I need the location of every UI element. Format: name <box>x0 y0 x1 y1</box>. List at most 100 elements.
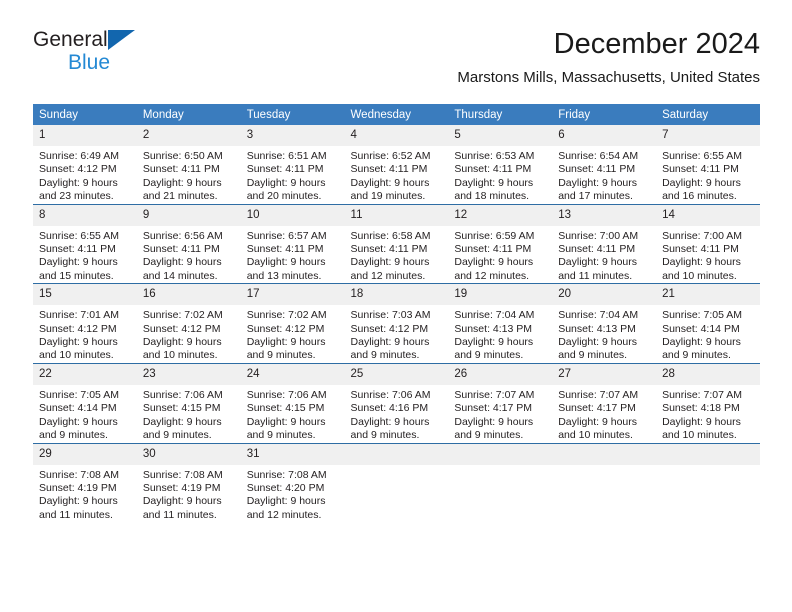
day-daylight-line1-text: Daylight: 9 hours <box>39 256 118 269</box>
day-sunset-text: Sunset: 4:12 PM <box>246 322 325 335</box>
day-sunrise-text: Sunrise: 6:53 AM <box>454 150 535 162</box>
calendar-day-cell[interactable]: 28 Sunrise: 7:07 AM Sunset: 4:18 PM Dayligh… <box>656 362 760 443</box>
calendar-page: General Blue December 2024 Marstons Mill… <box>0 0 792 612</box>
calendar-day-cell[interactable]: 13 Sunrise: 7:00 AM Sunset: 4:11 PM Dayligh… <box>552 203 657 284</box>
day-sunrise-text: Sunrise: 6:51 AM <box>246 150 327 162</box>
day-sunset-text: Sunset: 4:14 PM <box>39 402 117 415</box>
calendar-day-cell[interactable]: 26 Sunrise: 7:07 AM Sunset: 4:17 PM Dayligh… <box>448 362 553 443</box>
day-number: 5 <box>448 125 553 146</box>
calendar-day-cell-empty <box>344 442 449 523</box>
weekday-header-friday: Friday <box>552 104 657 125</box>
day-daylight-line1-text: Daylight: 9 hours <box>350 336 430 349</box>
day-daylight-line1-text: Daylight: 9 hours <box>142 176 222 189</box>
calendar-day-cell[interactable]: 17 Sunrise: 7:02 AM Sunset: 4:12 PM Dayligh… <box>240 283 345 364</box>
calendar-day-cell[interactable]: 14 Sunrise: 7:00 AM Sunset: 4:11 PM Dayligh… <box>656 203 760 284</box>
day-sun-info: Sunrise: 7:04 AM Sunset: 4:13 PM Daylight:… <box>552 305 656 363</box>
calendar-day-cell[interactable]: 3 Sunrise: 6:51 AM Sunset: 4:11 PM Daylight… <box>240 125 345 205</box>
calendar-day-cell[interactable]: 5 Sunrise: 6:53 AM Sunset: 4:11 PM Daylight… <box>448 125 553 205</box>
weekday-header-wednesday: Wednesday <box>344 104 449 125</box>
day-sun-info: Sunrise: 6:55 AM Sunset: 4:11 PM Daylight:… <box>656 146 760 204</box>
calendar-day-cell[interactable]: 19 Sunrise: 7:04 AM Sunset: 4:13 PM Dayligh… <box>448 283 553 364</box>
day-sun-info: Sunrise: 7:08 AM Sunset: 4:20 PM Daylight:… <box>241 465 345 523</box>
day-sunset-text: Sunset: 4:11 PM <box>246 243 324 256</box>
calendar-day-cell[interactable]: 30 Sunrise: 7:08 AM Sunset: 4:19 PM Dayligh… <box>136 442 241 523</box>
day-number: 4 <box>344 125 449 146</box>
calendar-day-cell[interactable]: 29 Sunrise: 7:08 AM Sunset: 4:19 PM Dayligh… <box>33 442 137 523</box>
day-sun-info: Sunrise: 7:07 AM Sunset: 4:17 PM Daylight:… <box>552 385 656 443</box>
calendar-day-cell[interactable]: 22 Sunrise: 7:05 AM Sunset: 4:14 PM Dayligh… <box>33 362 137 443</box>
day-daylight-line2-text: and 12 minutes. <box>246 508 322 521</box>
day-daylight-line1-text: Daylight: 9 hours <box>454 256 534 269</box>
calendar-day-cell[interactable]: 4 Sunrise: 6:52 AM Sunset: 4:11 PM Daylight… <box>344 125 449 205</box>
day-daylight-line2-text: and 9 minutes. <box>350 429 420 442</box>
calendar-day-cell[interactable]: 11 Sunrise: 6:58 AM Sunset: 4:11 PM Dayligh… <box>344 203 449 284</box>
day-sunrise-text: Sunrise: 6:56 AM <box>142 229 223 242</box>
calendar-day-cell[interactable]: 20 Sunrise: 7:04 AM Sunset: 4:13 PM Dayligh… <box>552 283 657 364</box>
day-number: 25 <box>344 363 449 385</box>
calendar-day-cell[interactable]: 23 Sunrise: 7:06 AM Sunset: 4:15 PM Dayligh… <box>136 362 241 443</box>
calendar-day-cell[interactable]: 27 Sunrise: 7:07 AM Sunset: 4:17 PM Dayligh… <box>552 362 657 443</box>
title-block: December 2024 Marstons Mills, Massachuse… <box>457 26 760 89</box>
day-sunrise-text: Sunrise: 7:02 AM <box>246 309 327 322</box>
weekday-header-tuesday: Tuesday <box>240 104 345 125</box>
day-daylight-line1-text: Daylight: 9 hours <box>558 256 638 269</box>
day-sunrise-text: Sunrise: 7:06 AM <box>142 388 223 401</box>
calendar-day-cell[interactable]: 18 Sunrise: 7:03 AM Sunset: 4:12 PM Dayligh… <box>344 283 449 364</box>
calendar-day-cell[interactable]: 25 Sunrise: 7:06 AM Sunset: 4:16 PM Dayligh… <box>344 362 449 443</box>
brand-logo[interactable]: General Blue <box>33 26 253 84</box>
day-daylight-line1-text: Daylight: 9 hours <box>142 336 222 349</box>
day-sun-info: Sunrise: 6:56 AM Sunset: 4:11 PM Daylight:… <box>137 226 241 284</box>
day-daylight-line1-text: Daylight: 9 hours <box>246 415 326 428</box>
day-daylight-line2-text: and 16 minutes. <box>662 190 737 203</box>
calendar-day-cell[interactable]: 15 Sunrise: 7:01 AM Sunset: 4:12 PM Dayligh… <box>33 283 137 364</box>
day-number: 3 <box>240 125 345 146</box>
calendar-day-cell[interactable]: 12 Sunrise: 6:59 AM Sunset: 4:11 PM Dayligh… <box>448 203 553 284</box>
day-number: 14 <box>656 204 760 226</box>
day-sunset-text: Sunset: 4:11 PM <box>662 243 739 256</box>
day-sunset-text: Sunset: 4:12 PM <box>39 322 117 335</box>
day-sun-info: Sunrise: 7:04 AM Sunset: 4:13 PM Daylight:… <box>448 305 552 363</box>
calendar-day-cell[interactable]: 6 Sunrise: 6:54 AM Sunset: 4:11 PM Daylight… <box>552 125 657 205</box>
day-sunset-text: Sunset: 4:19 PM <box>142 481 221 494</box>
day-daylight-line1-text: Daylight: 9 hours <box>350 415 430 428</box>
calendar-day-cell[interactable]: 8 Sunrise: 6:55 AM Sunset: 4:11 PM Daylight… <box>33 203 137 284</box>
calendar-day-cell[interactable]: 10 Sunrise: 6:57 AM Sunset: 4:11 PM Dayligh… <box>240 203 345 284</box>
day-number: 23 <box>136 363 241 385</box>
calendar-day-cell[interactable]: 21 Sunrise: 7:05 AM Sunset: 4:14 PM Dayligh… <box>656 283 760 364</box>
day-daylight-line1-text: Daylight: 9 hours <box>246 495 326 508</box>
day-sunrise-text: Sunrise: 7:03 AM <box>350 309 431 322</box>
calendar-day-cell[interactable]: 2 Sunrise: 6:50 AM Sunset: 4:11 PM Daylight… <box>136 125 241 205</box>
day-number: 21 <box>656 284 760 306</box>
calendar-day-cell[interactable]: 1 Sunrise: 6:49 AM Sunset: 4:12 PM Daylight… <box>33 125 137 205</box>
calendar-day-cell[interactable]: 7 Sunrise: 6:55 AM Sunset: 4:11 PM Daylight… <box>656 125 760 205</box>
calendar-week-row: 15 Sunrise: 7:01 AM Sunset: 4:12 PM Dayligh… <box>33 283 760 364</box>
day-sun-info <box>448 465 552 469</box>
day-number <box>552 443 657 465</box>
day-number: 28 <box>656 363 760 385</box>
day-sun-info: Sunrise: 7:03 AM Sunset: 4:12 PM Daylight:… <box>345 305 449 363</box>
day-sunset-text: Sunset: 4:11 PM <box>558 243 636 256</box>
day-sunset-text: Sunset: 4:13 PM <box>454 322 533 335</box>
calendar-day-cell-empty <box>656 442 760 523</box>
day-number: 18 <box>344 284 449 306</box>
calendar-week-row: 22 Sunrise: 7:05 AM Sunset: 4:14 PM Dayligh… <box>33 362 760 443</box>
day-number: 26 <box>448 363 553 385</box>
calendar-day-cell[interactable]: 24 Sunrise: 7:06 AM Sunset: 4:15 PM Dayligh… <box>240 362 345 443</box>
day-sun-info: Sunrise: 6:52 AM Sunset: 4:11 PM Daylight:… <box>345 146 449 204</box>
day-daylight-line2-text: and 12 minutes. <box>454 269 530 282</box>
calendar-day-cell[interactable]: 16 Sunrise: 7:02 AM Sunset: 4:12 PM Dayligh… <box>136 283 241 364</box>
day-number: 27 <box>552 363 657 385</box>
day-sunset-text: Sunset: 4:19 PM <box>39 481 117 494</box>
day-sunset-text: Sunset: 4:11 PM <box>142 243 220 256</box>
day-number: 10 <box>240 204 345 226</box>
calendar-day-cell[interactable]: 31 Sunrise: 7:08 AM Sunset: 4:20 PM Dayligh… <box>240 442 345 523</box>
day-sunset-text: Sunset: 4:11 PM <box>142 163 220 176</box>
day-daylight-line2-text: and 21 minutes. <box>142 190 218 203</box>
day-number: 31 <box>240 443 345 465</box>
day-number: 20 <box>552 284 657 306</box>
calendar-day-cell[interactable]: 9 Sunrise: 6:56 AM Sunset: 4:11 PM Daylight… <box>136 203 241 284</box>
page-title: December 2024 <box>553 28 760 60</box>
day-sun-info: Sunrise: 7:00 AM Sunset: 4:11 PM Daylight:… <box>656 226 760 284</box>
day-daylight-line2-text: and 10 minutes. <box>662 269 737 282</box>
day-sunrise-text: Sunrise: 7:00 AM <box>662 229 743 242</box>
